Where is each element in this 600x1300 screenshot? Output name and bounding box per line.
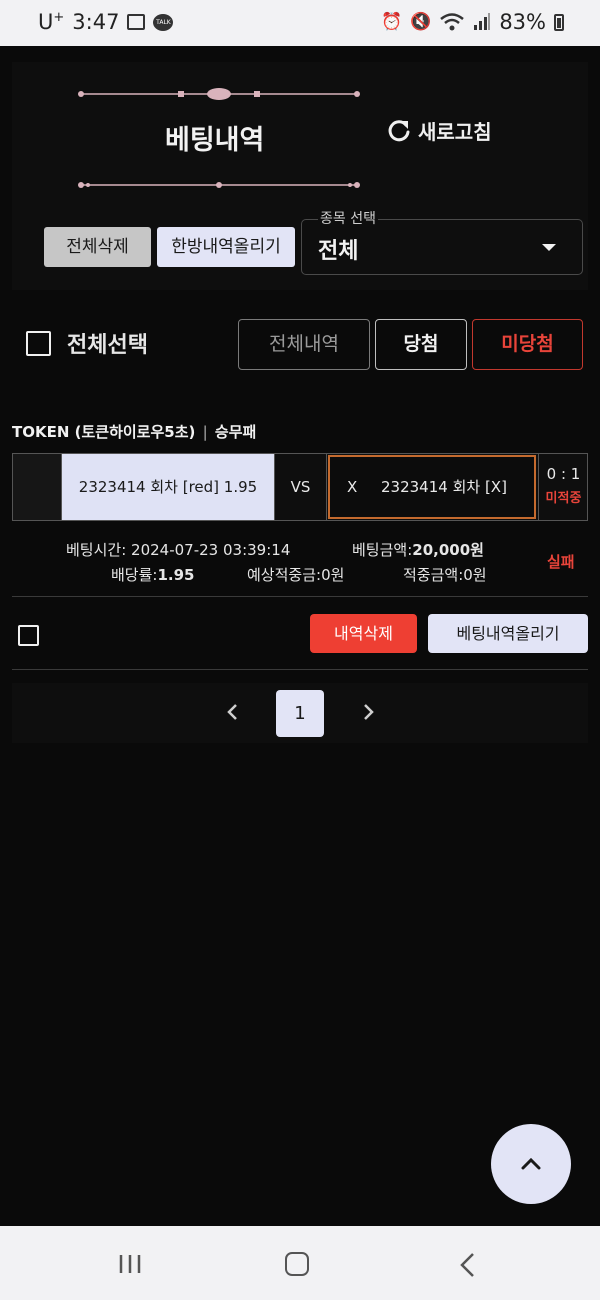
kakaotalk-icon: TALK: [153, 13, 174, 31]
filter-all-button[interactable]: 전체내역: [238, 319, 370, 370]
bet-opponent-label: 2323414 회차 [X]: [381, 478, 507, 496]
bet-time-value: 2024-07-23 03:39:14: [131, 541, 291, 559]
gallery-icon: [127, 14, 146, 30]
upload-all-button[interactable]: 한방내역올리기: [157, 227, 295, 267]
bet-opponent-mark: X: [347, 478, 358, 496]
sport-select[interactable]: 종목 선택 전체: [301, 208, 583, 275]
bet-odds-value: 1.95: [157, 566, 195, 584]
bet-odds: 배당률:1.95: [111, 564, 194, 585]
chevron-left-icon[interactable]: [222, 701, 244, 723]
bet-time: 베팅시간: 2024-07-23 03:39:14: [66, 539, 290, 560]
bet-amount: 베팅금액:20,000원: [352, 539, 484, 560]
bet-won-value: 0원: [463, 566, 487, 584]
bet-vs: VS: [274, 454, 327, 520]
refresh-icon: [388, 119, 410, 141]
upload-bet-button[interactable]: 베팅내역올리기: [428, 614, 588, 653]
status-left: U+ 3:47 TALK: [38, 10, 174, 34]
bet-row: 2323414 회차 [red] 1.95 VS X 2323414 회차 [X…: [12, 453, 588, 521]
filter-win-button[interactable]: 당첨: [375, 319, 467, 370]
ornament-top-icon: [78, 88, 360, 100]
bet-score: 0 : 1: [546, 465, 581, 483]
chevron-up-icon: [521, 1157, 541, 1170]
signal-icon: [474, 13, 491, 30]
delete-all-button[interactable]: 전체삭제: [44, 227, 151, 267]
bet-odds-label: 배당률:: [111, 566, 158, 584]
pagination: 1: [12, 683, 588, 743]
mute-icon: 🔇: [410, 12, 432, 32]
bet-market: 승무패: [214, 423, 257, 441]
bet-pick: 2323414 회차 [red] 1.95: [62, 454, 274, 520]
scroll-top-button[interactable]: [491, 1124, 571, 1204]
delete-bet-button[interactable]: 내역삭제: [310, 614, 417, 653]
bet-won-label: 적중금액:: [403, 566, 464, 584]
bet-time-label: 베팅시간:: [66, 541, 127, 559]
select-all-checkbox[interactable]: [26, 330, 51, 356]
bet-expected: 예상적중금:0원: [247, 564, 344, 585]
bet-expected-value: 0원: [321, 566, 345, 584]
bet-row-checkbox[interactable]: [18, 625, 39, 646]
divider: [12, 669, 588, 670]
refresh-button[interactable]: 새로고침: [386, 116, 492, 145]
bet-score-status: 미적중: [545, 491, 582, 506]
wifi-icon: [440, 13, 465, 31]
sport-select-legend: 종목 선택: [318, 208, 378, 228]
bet-game-title: TOKEN (토큰하이로우5초) | 승무패: [12, 421, 256, 442]
bet-amount-value: 20,000원: [412, 541, 484, 559]
sport-select-value: 전체: [318, 239, 359, 264]
carrier-label: U+: [38, 10, 65, 34]
bet-title-separator: |: [202, 423, 208, 441]
filter-lose-button[interactable]: 미당첨: [472, 319, 583, 370]
battery-percent: 83%: [499, 10, 546, 34]
bet-row-spacer: [13, 454, 62, 520]
divider: [12, 596, 588, 597]
system-nav-bar: [0, 1226, 600, 1300]
status-right: ⏰ 🔇 83%: [381, 10, 564, 34]
page-button-current[interactable]: 1: [276, 690, 324, 737]
bet-opponent: X 2323414 회차 [X]: [328, 455, 536, 519]
status-bar: U+ 3:47 TALK ⏰ 🔇 83%: [0, 0, 600, 46]
page-title: 베팅내역: [165, 125, 265, 156]
ornament-bottom-icon: [78, 182, 360, 188]
back-icon[interactable]: [458, 1252, 476, 1278]
bet-won: 적중금액:0원: [403, 564, 487, 585]
home-icon[interactable]: [285, 1252, 309, 1276]
refresh-label: 새로고침: [418, 120, 492, 144]
battery-icon: [554, 13, 564, 31]
bet-game-name: TOKEN (토큰하이로우5초): [12, 423, 196, 441]
bet-score-cell: 0 : 1 미적중: [538, 454, 588, 520]
alarm-icon: ⏰: [380, 12, 403, 32]
select-all-control[interactable]: 전체선택: [26, 327, 148, 359]
bet-result-badge: 실패: [547, 553, 575, 571]
clock: 3:47: [72, 10, 120, 34]
chevron-right-icon[interactable]: [357, 701, 379, 723]
select-all-label: 전체선택: [67, 333, 148, 358]
caret-down-icon: [542, 244, 556, 251]
recent-apps-icon[interactable]: [118, 1254, 142, 1274]
bet-amount-label: 베팅금액:: [352, 541, 413, 559]
bet-expected-label: 예상적중금:: [247, 566, 322, 584]
